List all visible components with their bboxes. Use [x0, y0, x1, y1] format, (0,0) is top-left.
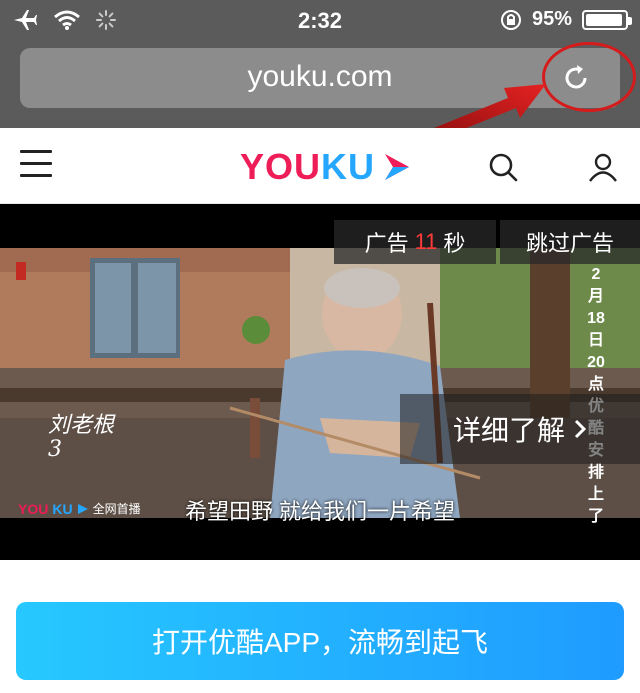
logo-you: YOU — [240, 146, 322, 187]
logo-ku: KU — [321, 146, 376, 187]
battery-icon — [582, 9, 632, 30]
battery-fill — [586, 13, 623, 26]
ad-unit: 秒 — [443, 231, 466, 256]
open-app-button[interactable]: 打开优酷APP，流畅到起飞 — [16, 602, 624, 680]
ad-seconds: 11 — [414, 229, 438, 254]
learn-more-button[interactable]: 详细了解 — [400, 394, 640, 464]
rotation-lock-icon — [500, 9, 521, 30]
video-subtitle: 希望田野 就给我们一片希望 — [184, 499, 456, 524]
logo-play-icon — [385, 154, 410, 180]
user-icon[interactable] — [588, 152, 618, 182]
youku-logo[interactable]: YOU KU — [240, 146, 411, 188]
site-header: YOU KU — [0, 128, 640, 204]
hamburger-menu-icon[interactable] — [20, 150, 52, 178]
learn-more-label: 详细了解 — [452, 415, 565, 446]
skip-ad-button[interactable]: 跳过广告 — [500, 220, 640, 264]
battery-percent: 95% — [531, 8, 572, 30]
show-title-calligraphy: 刘老根3 — [48, 413, 115, 462]
chevron-right-icon — [574, 419, 587, 439]
status-right: 95% — [500, 8, 632, 31]
ad-countdown: 广告 11 秒 — [334, 220, 496, 264]
ad-label: 广告 — [364, 231, 409, 256]
annotation-circle — [542, 42, 636, 112]
search-icon[interactable] — [488, 152, 518, 182]
video-player[interactable]: 广告 11 秒 跳过广告 2月18日20点优酷安排上了 详细了解 刘老根3 YO… — [0, 204, 640, 560]
status-bar: 2:32 95% — [0, 0, 640, 40]
